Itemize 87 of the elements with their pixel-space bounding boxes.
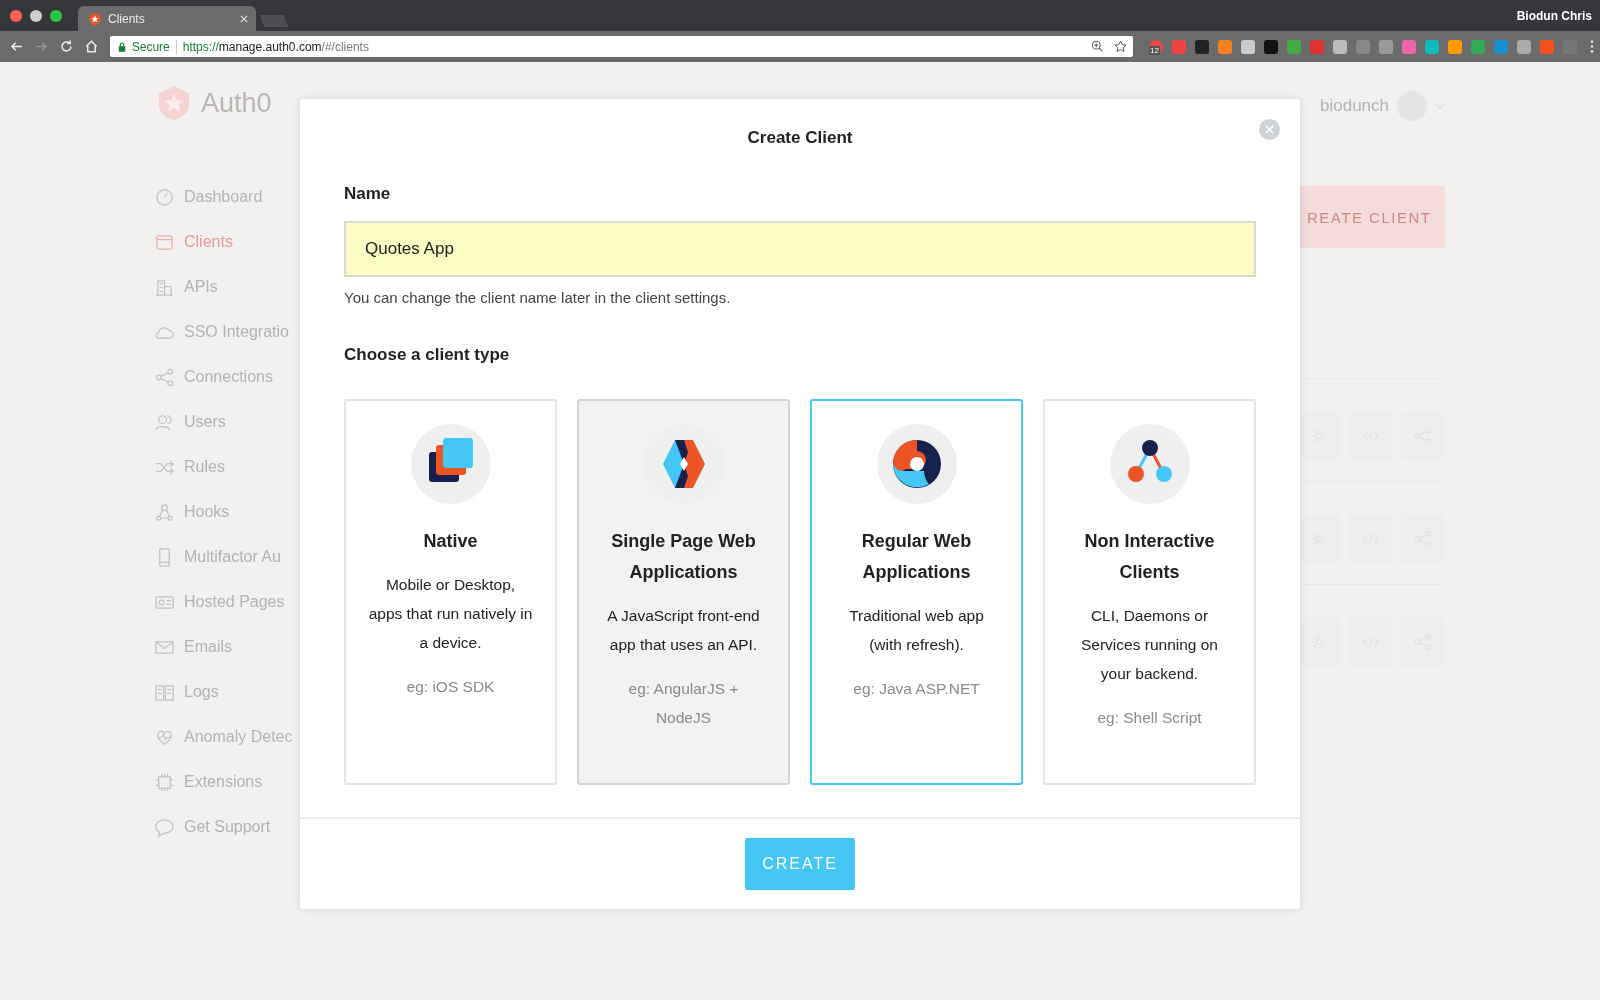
client-type-description: CLI, Daemons or Services running on your backend. [1080,606,1219,684]
sidebar-item[interactable]: Connections [155,364,300,390]
zoom-icon[interactable] [1091,40,1105,53]
new-tab-button[interactable] [259,15,289,27]
client-type-card[interactable]: Regular Web Applications Traditional web app (with refresh). eg: Java ASP.NET [810,399,1023,785]
client-type-example: eg: iOS SDK [406,677,495,697]
address-bar[interactable]: Secure https://manage.auth0.com/#/clients [109,36,1134,57]
extension-icon[interactable] [1517,39,1532,54]
dialog-title: Create Client [747,128,853,148]
share-icon [155,367,174,387]
extension-icon[interactable] [1264,39,1279,54]
profile-name[interactable]: Biodun Chris [1516,9,1592,23]
connected-dots-icon [1109,424,1190,504]
client-type-title: Non Interactive Clients [1083,530,1216,584]
sidebar-item[interactable]: SSO Integratio [155,319,300,345]
close-window-icon[interactable] [10,10,22,22]
star-shield-icon [88,11,102,26]
client-type-heading: Choose a client type [344,345,510,365]
create-client-button[interactable]: REATE CLIENT [1297,186,1445,248]
sidebar-item[interactable]: Anomaly Detec [155,724,300,750]
extension-icon[interactable] [1402,39,1417,54]
extension-icon[interactable] [1218,39,1233,54]
sidebar-item[interactable]: Rules [155,454,300,480]
extension-badge: 12 [1149,45,1160,55]
maximize-window-icon[interactable] [50,10,62,22]
extension-icon[interactable] [1356,39,1371,54]
client-type-description: Mobile or Desktop, apps that run natively in a device. [368,575,533,653]
extension-icon[interactable] [1241,39,1256,54]
sidebar-item[interactable]: Get Support [155,814,300,840]
create-button[interactable]: CREATE [745,838,855,890]
sidebar-item[interactable]: Extensions [155,769,300,795]
client-type-description: Traditional web app (with refresh). [848,606,985,655]
extension-icon[interactable] [1471,39,1486,54]
chat-bubble-icon [155,817,174,837]
window-icon [155,232,174,252]
sidebar-item[interactable]: Emails [155,634,300,660]
extension-icon[interactable] [1448,39,1463,54]
extension-icon[interactable] [1540,39,1555,54]
extension-icon[interactable] [1287,39,1302,54]
sidebar-item[interactable]: Hosted Pages [155,589,300,615]
stacked-squares-icon [410,424,491,504]
nodes-icon [155,502,174,522]
client-type-card[interactable]: Non Interactive Clients CLI, Daemons or Services running on your backend. eg: Shell Script [1043,399,1256,785]
user-name[interactable]: biodunch [1320,96,1389,116]
browser-tab[interactable]: Clients [78,6,256,31]
lock-icon [117,41,126,52]
client-type-example: eg: AngularJS + NodeJS [627,679,740,728]
client-type-card[interactable]: Native Mobile or Desktop, apps that run natively in a device. eg: iOS SDK [344,399,557,785]
client-type-example: eg: Shell Script [1097,708,1202,728]
name-label: Name [344,184,391,204]
secure-label: Secure [131,39,170,54]
client-type-title: Regular Web Applications [860,530,973,584]
ring-icon [876,424,957,504]
gauge-icon [155,187,174,207]
extension-icon[interactable] [1333,39,1348,54]
sidebar-item[interactable]: APIs [155,274,300,300]
extension-icon[interactable]: 12 [1149,39,1164,54]
building-icon [155,277,174,297]
extension-icon[interactable] [1379,39,1394,54]
sidebar-item[interactable]: Clients [155,229,300,255]
sidebar-item[interactable]: Hooks [155,499,300,525]
sidebar-item[interactable]: Logs [155,679,300,705]
client-type-card[interactable]: Single Page Web Applications A JavaScript front-end app that uses an API. eg: AngularJS + NodeJS [577,399,790,785]
client-type-example: eg: Java ASP.NET [853,679,980,699]
close-icon[interactable] [1259,119,1280,140]
settings-button[interactable] [1297,514,1341,564]
client-type-title: Native [423,530,478,553]
client-type-title: Single Page Web Applications [610,530,757,584]
sidebar-item[interactable]: Multifactor Au [155,544,300,570]
menu-icon[interactable] [1590,40,1595,53]
name-hint: You can change the client name later in the client settings. [344,289,731,306]
extension-icon[interactable] [1195,39,1210,54]
bookmark-star-icon[interactable] [1114,40,1128,53]
sidebar-item[interactable]: Users [155,409,300,435]
users-icon [155,412,174,432]
settings-button[interactable] [1297,411,1341,461]
settings-button[interactable] [1297,617,1341,667]
chip-icon [155,772,174,792]
sidebar-item[interactable]: Dashboard [155,184,300,210]
client-type-description: A JavaScript front-end app that uses an API. [606,606,761,655]
close-tab-icon[interactable] [240,14,248,23]
logo-text: Auth0 [201,87,272,119]
name-field[interactable]: Quotes App [344,221,1256,277]
minimize-window-icon[interactable] [30,10,42,22]
url-text: https://manage.auth0.com/#/clients [182,39,369,54]
book-icon [155,682,174,702]
extension-icon[interactable] [1425,39,1440,54]
